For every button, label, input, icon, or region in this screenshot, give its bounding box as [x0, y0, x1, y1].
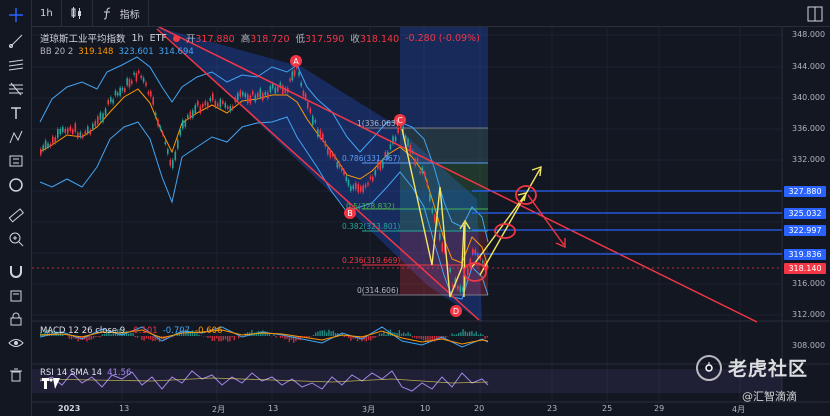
rsi-value: 41.56	[107, 368, 132, 378]
price-axis-label: 332.000	[792, 155, 826, 164]
channel-icon[interactable]	[7, 56, 25, 74]
fib-icon[interactable]	[7, 80, 25, 98]
open-value: 317.880	[195, 34, 235, 45]
fib-label-382: 0.382(323.801)	[342, 222, 400, 231]
bearish-arrow	[527, 194, 565, 246]
change-value: -0.280 (-0.09%)	[405, 32, 480, 44]
price-tag-325: 325.032	[784, 208, 826, 219]
crosshair-icon[interactable]	[7, 6, 25, 24]
watermark-handle: @汇智滴滴	[742, 390, 797, 403]
function-icon	[101, 6, 115, 20]
low-value: 317.590	[305, 34, 345, 45]
high-value: 318.720	[250, 34, 290, 45]
time-axis-label: 25	[602, 404, 613, 413]
indicators-button[interactable]: 指标	[93, 0, 149, 27]
time-axis-label: 13	[268, 404, 279, 413]
visibility-icon[interactable]	[7, 334, 25, 352]
price-tag-current: 318.140	[784, 263, 826, 274]
price-axis-label: 312.000	[792, 310, 826, 319]
legend-interval: 1h	[131, 32, 144, 44]
macd-value: -0.707	[162, 326, 191, 336]
symbol-name[interactable]: 道琼斯工业平均指数	[40, 31, 126, 45]
chart-type-button[interactable]	[62, 0, 93, 27]
price-axis-label: 340.000	[792, 93, 826, 102]
layout-icon[interactable]	[806, 5, 824, 23]
watermark-title: 老虎社区	[728, 358, 809, 380]
time-axis-label: 13	[119, 404, 130, 413]
time-axis-label: 10	[420, 404, 431, 413]
time-axis-label: 4月	[732, 405, 746, 414]
text-icon[interactable]	[7, 104, 25, 122]
fib-label-1: 1(336.063)	[357, 119, 399, 128]
fib-zone-786	[400, 128, 488, 163]
pattern-icon[interactable]	[7, 128, 25, 146]
watermark: 老虎社区	[696, 354, 808, 381]
ruler-icon[interactable]	[7, 206, 25, 224]
bb-basis-value: 319.148	[78, 47, 114, 57]
prediction-icon[interactable]	[7, 152, 25, 170]
price-axis-label: 316.000	[792, 279, 826, 288]
fib-label-5: 0.5(328.832)	[346, 202, 395, 211]
price-axis-label: 348.000	[792, 30, 826, 39]
fib-label-236: 0.236(319.669)	[342, 256, 400, 265]
macd-legend[interactable]: MACD 12 26 close 9 -0.101 -0.707 -0.606	[40, 326, 222, 336]
circle-shape-icon[interactable]	[7, 176, 25, 194]
market-status-icon	[172, 34, 180, 42]
symbol-legend: 道琼斯工业平均指数 1h ETF 开317.880 高318.720 低317.…	[40, 31, 480, 46]
fib-label-786: 0.786(331.467)	[342, 154, 400, 163]
trend-line-icon[interactable]	[7, 32, 25, 50]
bb-lower-value: 314.694	[158, 47, 194, 57]
candlestick-icon	[70, 6, 84, 20]
point-marker-a: A	[290, 55, 302, 67]
trash-icon[interactable]	[7, 366, 25, 384]
interval-button[interactable]: 1h	[32, 0, 62, 27]
price-tag-323: 322.997	[784, 225, 826, 236]
indicators-label: 指标	[119, 9, 140, 21]
zoom-icon[interactable]	[7, 230, 25, 248]
svg-text:D: D	[453, 307, 459, 316]
time-axis-label: 3月	[362, 405, 376, 414]
legend-exchange: ETF	[149, 32, 167, 44]
drawing-toolbar	[0, 0, 32, 416]
point-marker-d: D	[450, 305, 462, 317]
tradingview-logo-icon	[42, 378, 60, 390]
price-axis-label: 336.000	[792, 124, 826, 133]
macd-signal-value: -0.606	[195, 326, 223, 336]
svg-text:A: A	[293, 57, 299, 66]
time-axis-label: 29	[654, 404, 665, 413]
close-value: 318.140	[359, 34, 400, 45]
price-axis-label: 308.000	[792, 341, 826, 350]
lock-draw-icon[interactable]	[7, 286, 25, 304]
bb-legend[interactable]: BB 20 2 319.148 323.601 314.694	[40, 47, 194, 57]
price-tag-327: 327.880	[784, 186, 826, 197]
price-tag-319: 319.836	[784, 249, 826, 260]
time-axis-label: 2月	[212, 405, 226, 414]
top-toolbar: 1h 指标	[32, 0, 830, 27]
price-axis-label: 344.000	[792, 62, 826, 71]
time-axis-label: 2023	[58, 404, 81, 413]
tiger-logo-icon	[696, 354, 722, 381]
time-axis-label: 23	[547, 404, 558, 413]
magnet-icon[interactable]	[7, 262, 25, 280]
macd-hist-value: -0.101	[130, 326, 158, 336]
rsi-legend[interactable]: RSI 14 SMA 14 41.56	[40, 368, 131, 378]
fib-label-0: 0(314.606)	[357, 286, 399, 295]
lock-icon[interactable]	[7, 310, 25, 328]
time-axis-label: 20	[474, 404, 485, 413]
bb-upper-value: 323.601	[118, 47, 154, 57]
